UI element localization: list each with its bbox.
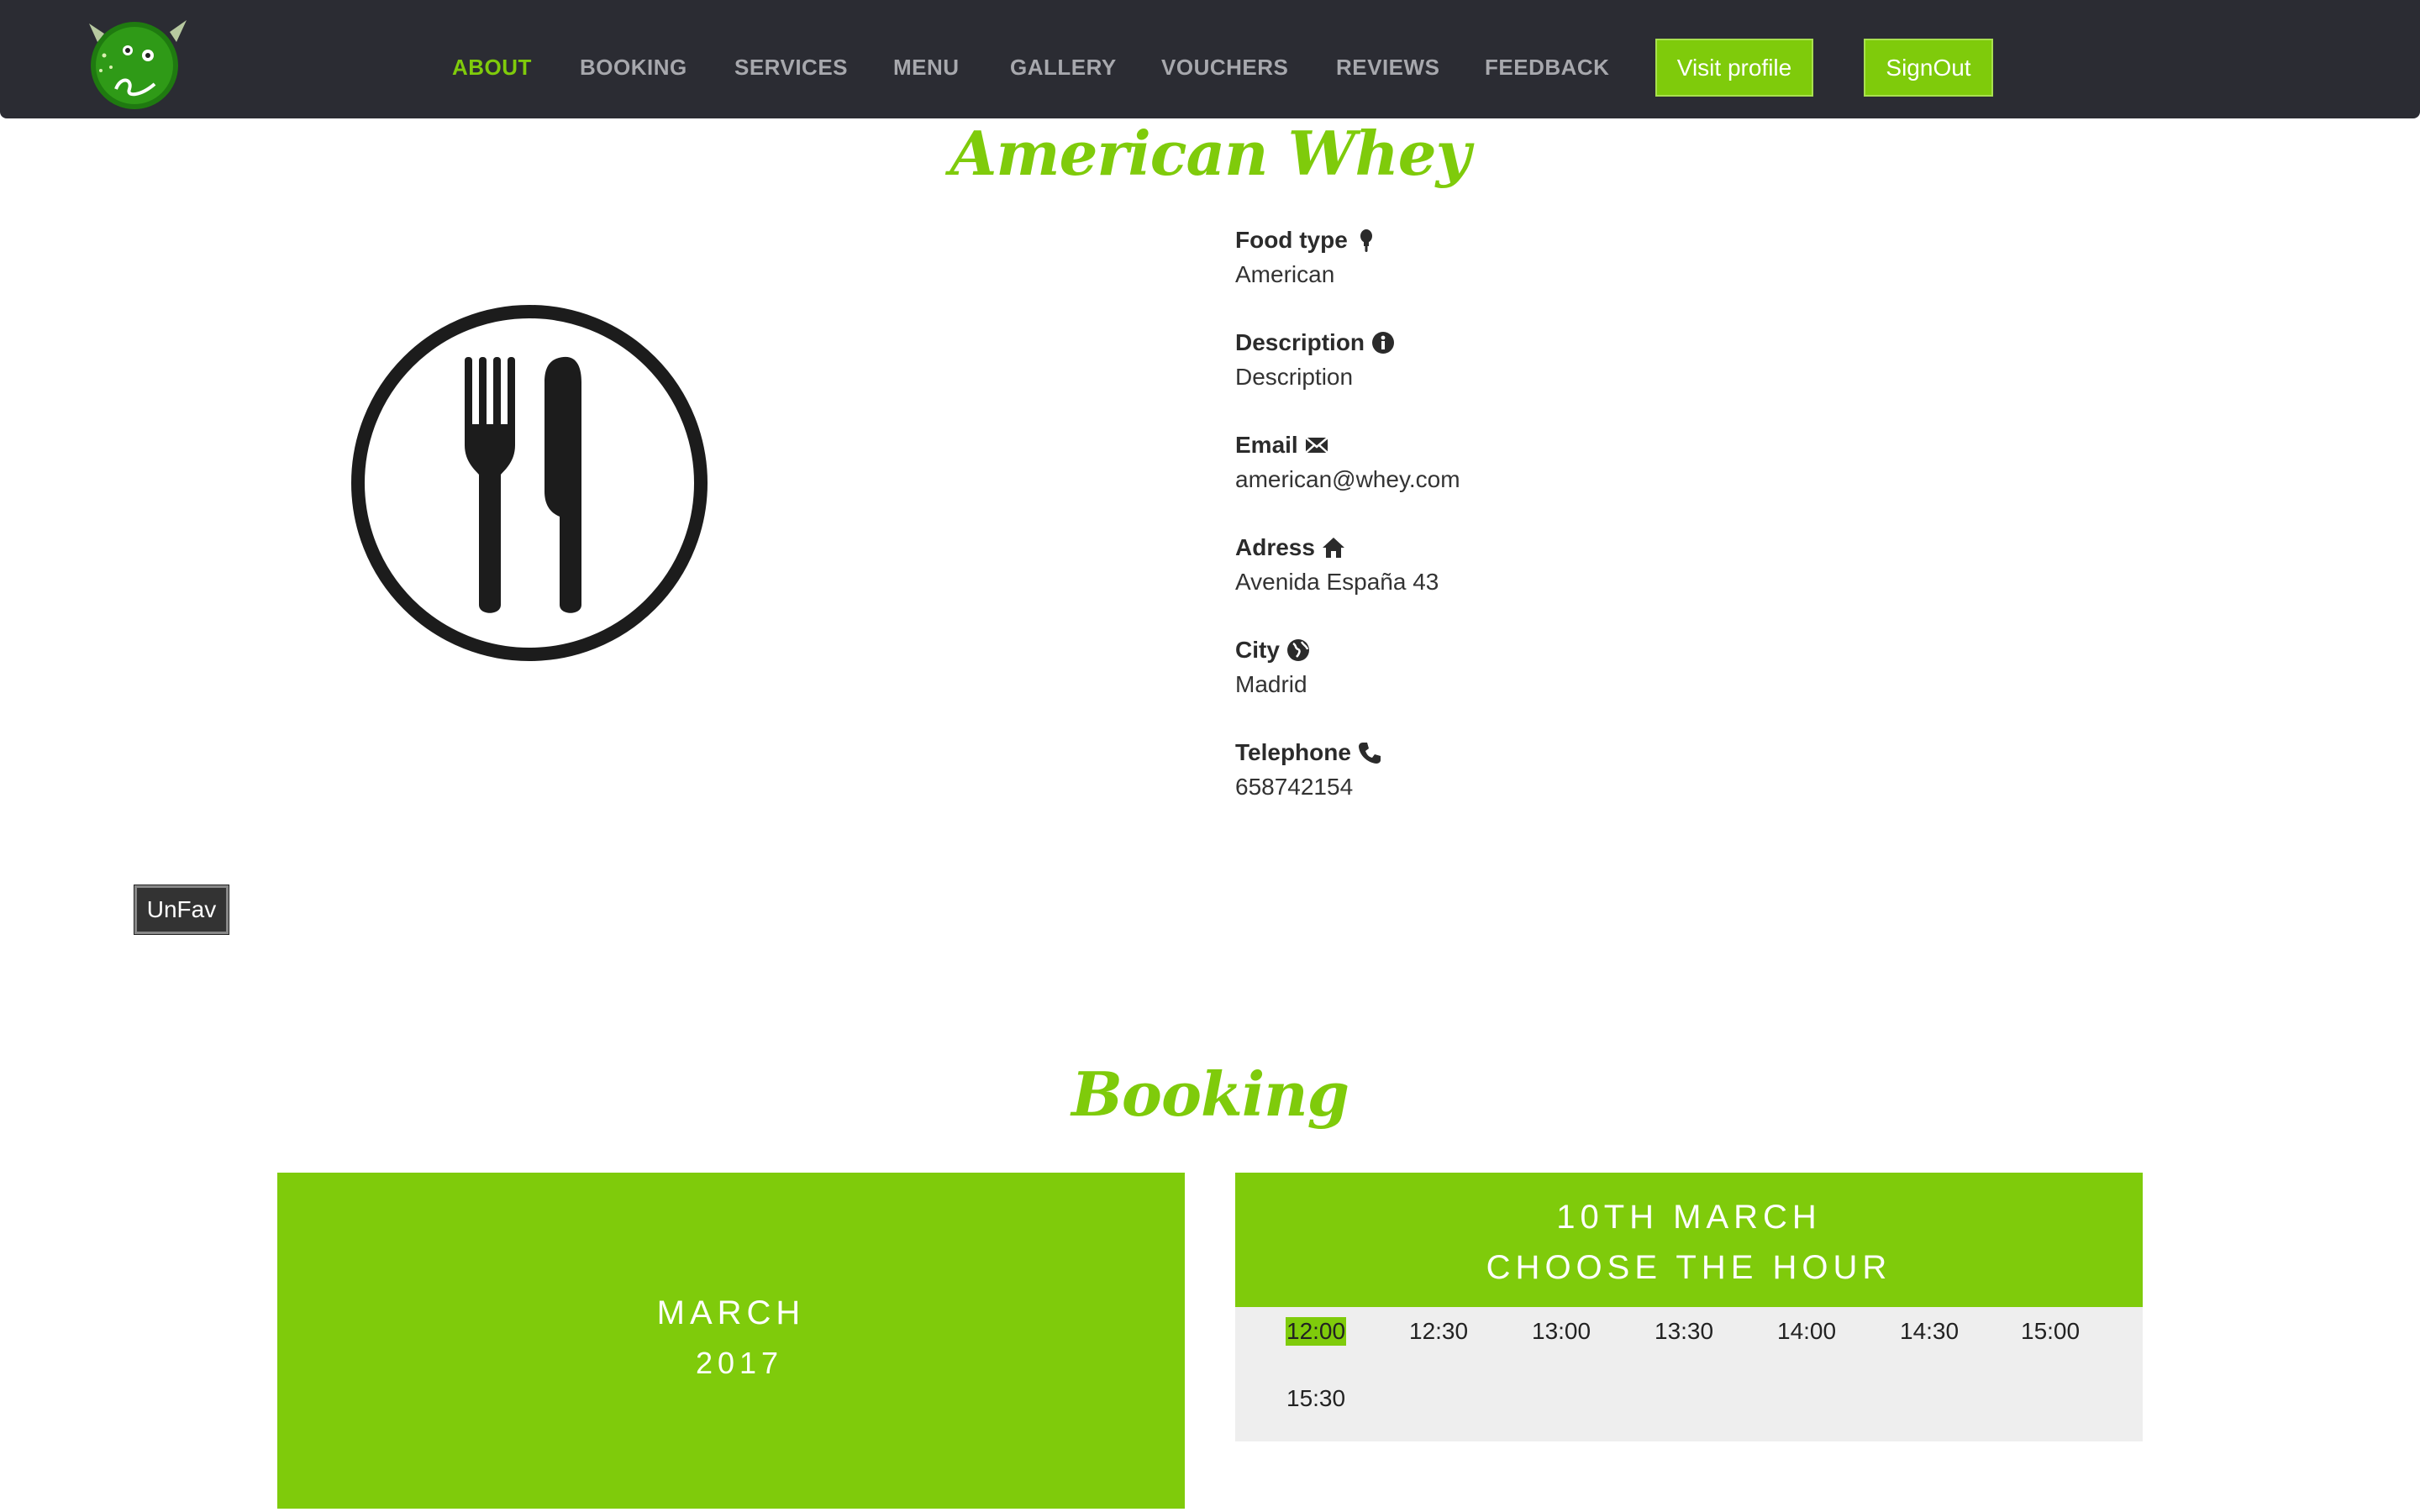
info-label-text: Telephone (1235, 739, 1351, 765)
top-navbar: ABOUT BOOKING SERVICES MENU GALLERY VOUC… (0, 0, 2420, 118)
ice-cream-icon (1360, 229, 1372, 252)
hour-slot-1500[interactable]: 15:00 (2020, 1317, 2081, 1346)
info-city: City Madrid (1235, 635, 1991, 738)
hour-slot-1230[interactable]: 12:30 (1408, 1317, 1469, 1346)
hour-slot-1400[interactable]: 14:00 (1776, 1317, 1837, 1346)
hour-slot-1330[interactable]: 13:30 (1654, 1317, 1714, 1346)
calendar-panel[interactable]: MARCH 2017 (277, 1173, 1185, 1509)
info-telephone: Telephone 658742154 (1235, 738, 1991, 840)
unfav-button[interactable]: UnFav (134, 885, 229, 935)
fork-knife-plate-icon (351, 305, 708, 661)
info-value-text: 658742154 (1235, 774, 1354, 800)
booking-title: Booking (1071, 1058, 1349, 1130)
phone-icon (1358, 743, 1381, 764)
restaurant-title: American Whey (950, 118, 1471, 189)
calendar-month: MARCH (656, 1294, 806, 1331)
hour-slot-1430[interactable]: 14:30 (1899, 1317, 1960, 1346)
nav-link-feedback[interactable]: FEEDBACK (1485, 54, 1609, 81)
calendar-year: 2017 (695, 1346, 784, 1380)
nav-link-booking[interactable]: BOOKING (580, 54, 687, 81)
info-label-text: Food type (1235, 227, 1348, 253)
hour-picker-panel: 10TH MARCH CHOOSE THE HOUR 12:00 12:30 1… (1235, 1173, 2143, 1441)
info-label-text: City (1235, 637, 1280, 663)
choose-hour-prompt: CHOOSE THE HOUR (1486, 1249, 1892, 1286)
info-food-type: Food type American (1235, 225, 1991, 328)
info-label-text: Description (1235, 329, 1365, 355)
info-label-text: Adress (1235, 534, 1315, 560)
hour-slot-1300[interactable]: 13:00 (1531, 1317, 1591, 1346)
info-address: Adress Avenida España 43 (1235, 533, 1991, 635)
hour-picker-header: 10TH MARCH CHOOSE THE HOUR (1235, 1173, 2143, 1307)
info-description: Description Description (1235, 328, 1991, 430)
signout-button[interactable]: SignOut (1864, 39, 1993, 97)
info-value-text: Madrid (1235, 671, 1307, 697)
selected-day: 10TH MARCH (1556, 1199, 1822, 1236)
info-value-text: Avenida España 43 (1235, 569, 1439, 595)
nav-link-vouchers[interactable]: VOUCHERS (1161, 54, 1288, 81)
info-icon (1372, 332, 1395, 354)
nav-link-reviews[interactable]: REVIEWS (1336, 54, 1439, 81)
home-icon (1322, 538, 1344, 558)
info-label-text: Email (1235, 432, 1298, 458)
info-value-text: american@whey.com (1235, 466, 1460, 492)
globe-icon (1286, 639, 1309, 661)
nav-link-menu[interactable]: MENU (893, 54, 960, 81)
restaurant-info: Food type American Description Descripti… (1235, 225, 1991, 840)
info-value-text: American (1235, 261, 1335, 287)
hour-slot-1200[interactable]: 12:00 (1286, 1317, 1347, 1346)
info-value-text: Description (1235, 364, 1354, 390)
nav-link-services[interactable]: SERVICES (734, 54, 848, 81)
nav-links: ABOUT BOOKING SERVICES MENU GALLERY VOUC… (0, 0, 2420, 118)
nav-link-gallery[interactable]: GALLERY (1010, 54, 1117, 81)
envelope-icon (1304, 437, 1328, 454)
info-email: Email american@whey.com (1235, 430, 1991, 533)
nav-link-about[interactable]: ABOUT (452, 54, 532, 81)
visit-profile-button[interactable]: Visit profile (1655, 39, 1813, 97)
hour-slot-1530[interactable]: 15:30 (1286, 1384, 1346, 1413)
